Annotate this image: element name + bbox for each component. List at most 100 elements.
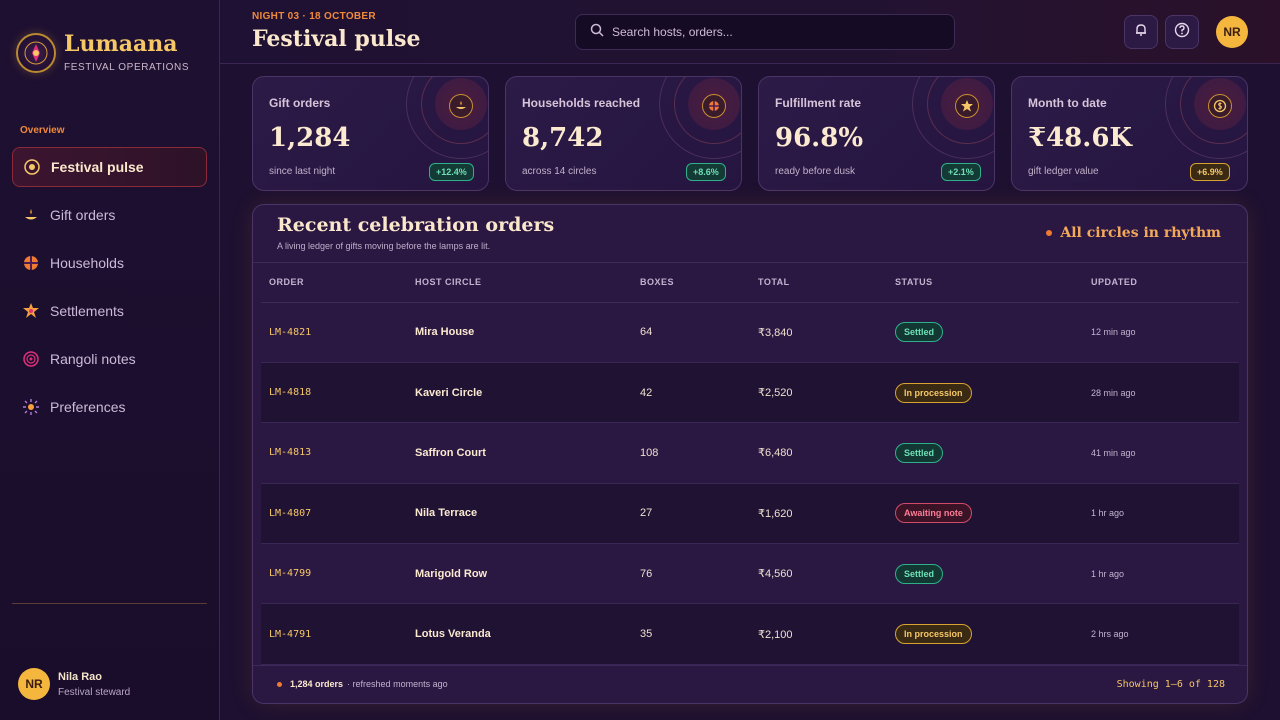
rhythm-status-text: All circles in rhythm bbox=[1060, 225, 1221, 241]
orders-table: ORDER HOST CIRCLE BOXES TOTAL STATUS UPD… bbox=[261, 262, 1239, 665]
updated: 28 min ago bbox=[1083, 362, 1239, 424]
panel-title: Recent celebration orders bbox=[277, 214, 555, 236]
brand-subtitle: FESTIVAL OPERATIONS bbox=[64, 62, 190, 73]
stat-card-fulfillment[interactable]: Fulfillment rate 96.8% ready before dusk… bbox=[758, 76, 995, 191]
status-cell: Settled bbox=[887, 422, 1083, 484]
stat-value: ₹48.6K bbox=[1028, 123, 1133, 153]
stat-note: across 14 circles bbox=[522, 166, 597, 177]
total: ₹4,560 bbox=[750, 543, 887, 605]
column-header-order[interactable]: ORDER bbox=[261, 262, 407, 303]
updated: 12 min ago bbox=[1083, 302, 1239, 363]
table-row[interactable]: LM-4813 Saffron Court 108 ₹6,480 Settled… bbox=[261, 422, 1239, 484]
table-header-row: ORDER HOST CIRCLE BOXES TOTAL STATUS UPD… bbox=[261, 262, 1239, 303]
order-id[interactable]: LM-4799 bbox=[261, 543, 407, 605]
boxes: 35 bbox=[632, 603, 750, 665]
boxes: 76 bbox=[632, 543, 750, 605]
status-dot-icon bbox=[1046, 230, 1053, 236]
status-badge: In procession bbox=[895, 624, 972, 645]
search-icon bbox=[590, 23, 604, 42]
sidebar-nav: Festival pulse Gift orders Households Se… bbox=[12, 147, 207, 435]
sidebar-item-label: Preferences bbox=[50, 399, 126, 415]
updated: 2 hrs ago bbox=[1083, 603, 1239, 665]
host-circle: Kaveri Circle bbox=[407, 362, 632, 424]
household-icon bbox=[702, 94, 726, 118]
column-header-host[interactable]: HOST CIRCLE bbox=[407, 262, 632, 303]
table-row[interactable]: LM-4791 Lotus Veranda 35 ₹2,100 In proce… bbox=[261, 603, 1239, 665]
order-id[interactable]: LM-4813 bbox=[261, 422, 407, 484]
card-rings-decoration bbox=[406, 77, 488, 159]
status-cell: In procession bbox=[887, 603, 1083, 665]
table-row[interactable]: LM-4821 Mira House 64 ₹3,840 Settled 12 … bbox=[261, 302, 1239, 363]
brand[interactable]: Lumaana FESTIVAL OPERATIONS bbox=[16, 32, 189, 73]
sidebar-item-rangoli-notes[interactable]: Rangoli notes bbox=[12, 339, 207, 379]
star-icon bbox=[22, 302, 40, 320]
notifications-button[interactable] bbox=[1124, 15, 1158, 49]
stat-delta-badge: +12.4% bbox=[429, 163, 474, 181]
sidebar-divider bbox=[12, 603, 207, 604]
card-rings-decoration bbox=[1165, 77, 1247, 159]
table-row[interactable]: LM-4799 Marigold Row 76 ₹4,560 Settled 1… bbox=[261, 543, 1239, 605]
sidebar-item-label: Festival pulse bbox=[51, 159, 144, 175]
nav-section-label: Overview bbox=[20, 125, 65, 136]
stat-delta-badge: +2.1% bbox=[941, 163, 981, 181]
column-header-total[interactable]: TOTAL bbox=[750, 262, 887, 303]
diya-icon bbox=[22, 206, 40, 224]
column-header-updated[interactable]: UPDATED bbox=[1083, 262, 1239, 303]
order-id[interactable]: LM-4821 bbox=[261, 302, 407, 363]
host-circle: Saffron Court bbox=[407, 422, 632, 484]
sidebar-item-label: Settlements bbox=[50, 303, 124, 319]
panel-subtitle: A living ledger of gifts moving before t… bbox=[277, 241, 491, 251]
status-cell: Settled bbox=[887, 302, 1083, 363]
order-id[interactable]: LM-4807 bbox=[261, 483, 407, 545]
total: ₹3,840 bbox=[750, 302, 887, 363]
status-badge: Settled bbox=[895, 563, 944, 584]
total: ₹1,620 bbox=[750, 483, 887, 545]
column-header-boxes[interactable]: BOXES bbox=[632, 262, 750, 303]
boxes: 42 bbox=[632, 362, 750, 424]
host-circle: Lotus Veranda bbox=[407, 603, 632, 665]
table-row[interactable]: LM-4807 Nila Terrace 27 ₹1,620 Awaiting … bbox=[261, 483, 1239, 545]
sidebar-item-gift-orders[interactable]: Gift orders bbox=[12, 195, 207, 235]
stat-delta-badge: +8.6% bbox=[686, 163, 726, 181]
pagination-label[interactable]: Showing 1–6 of 128 bbox=[1117, 679, 1225, 690]
sidebar-item-festival-pulse[interactable]: Festival pulse bbox=[12, 147, 207, 187]
user-name: Nila Rao bbox=[58, 670, 103, 683]
order-id[interactable]: LM-4791 bbox=[261, 603, 407, 665]
sidebar-item-households[interactable]: Households bbox=[12, 243, 207, 283]
bell-icon bbox=[1134, 23, 1148, 42]
sidebar: Lumaana FESTIVAL OPERATIONS Overview Fes… bbox=[0, 0, 220, 720]
user-profile[interactable]: NR Nila Rao Festival steward bbox=[18, 668, 130, 700]
coin-icon bbox=[1208, 94, 1232, 118]
footer-note: · refreshed moments ago bbox=[347, 679, 448, 689]
stat-card-month-to-date[interactable]: Month to date ₹48.6K gift ledger value +… bbox=[1011, 76, 1248, 191]
column-header-status[interactable]: STATUS bbox=[887, 262, 1083, 303]
status-badge: Settled bbox=[895, 442, 944, 463]
table-row[interactable]: LM-4818 Kaveri Circle 42 ₹2,520 In proce… bbox=[261, 362, 1239, 424]
search-box[interactable] bbox=[575, 14, 955, 50]
panel-footer: 1,284 orders · refreshed moments ago Sho… bbox=[253, 665, 1247, 703]
stat-card-gift-orders[interactable]: Gift orders 1,284 since last night +12.4… bbox=[252, 76, 489, 191]
stat-label: Fulfillment rate bbox=[775, 96, 862, 110]
total: ₹2,100 bbox=[750, 603, 887, 665]
sidebar-item-settlements[interactable]: Settlements bbox=[12, 291, 207, 331]
stat-label: Gift orders bbox=[269, 96, 331, 110]
card-rings-decoration bbox=[659, 77, 741, 159]
status-cell: Settled bbox=[887, 543, 1083, 605]
search-input[interactable] bbox=[612, 25, 932, 39]
updated: 1 hr ago bbox=[1083, 483, 1239, 545]
sidebar-item-label: Rangoli notes bbox=[50, 351, 136, 367]
updated: 1 hr ago bbox=[1083, 543, 1239, 605]
orders-panel: Recent celebration orders A living ledge… bbox=[252, 204, 1248, 704]
pulse-icon bbox=[23, 158, 41, 176]
help-button[interactable] bbox=[1165, 15, 1199, 49]
sidebar-item-label: Households bbox=[50, 255, 124, 271]
stat-card-households[interactable]: Households reached 8,742 across 14 circl… bbox=[505, 76, 742, 191]
stat-label: Month to date bbox=[1028, 96, 1107, 110]
order-id[interactable]: LM-4818 bbox=[261, 362, 407, 424]
status-badge: Awaiting note bbox=[895, 503, 972, 524]
status-cell: In procession bbox=[887, 362, 1083, 424]
sidebar-item-preferences[interactable]: Preferences bbox=[12, 387, 207, 427]
boxes: 27 bbox=[632, 483, 750, 545]
status-badge: Settled bbox=[895, 322, 944, 343]
header-avatar[interactable]: NR bbox=[1216, 16, 1248, 48]
